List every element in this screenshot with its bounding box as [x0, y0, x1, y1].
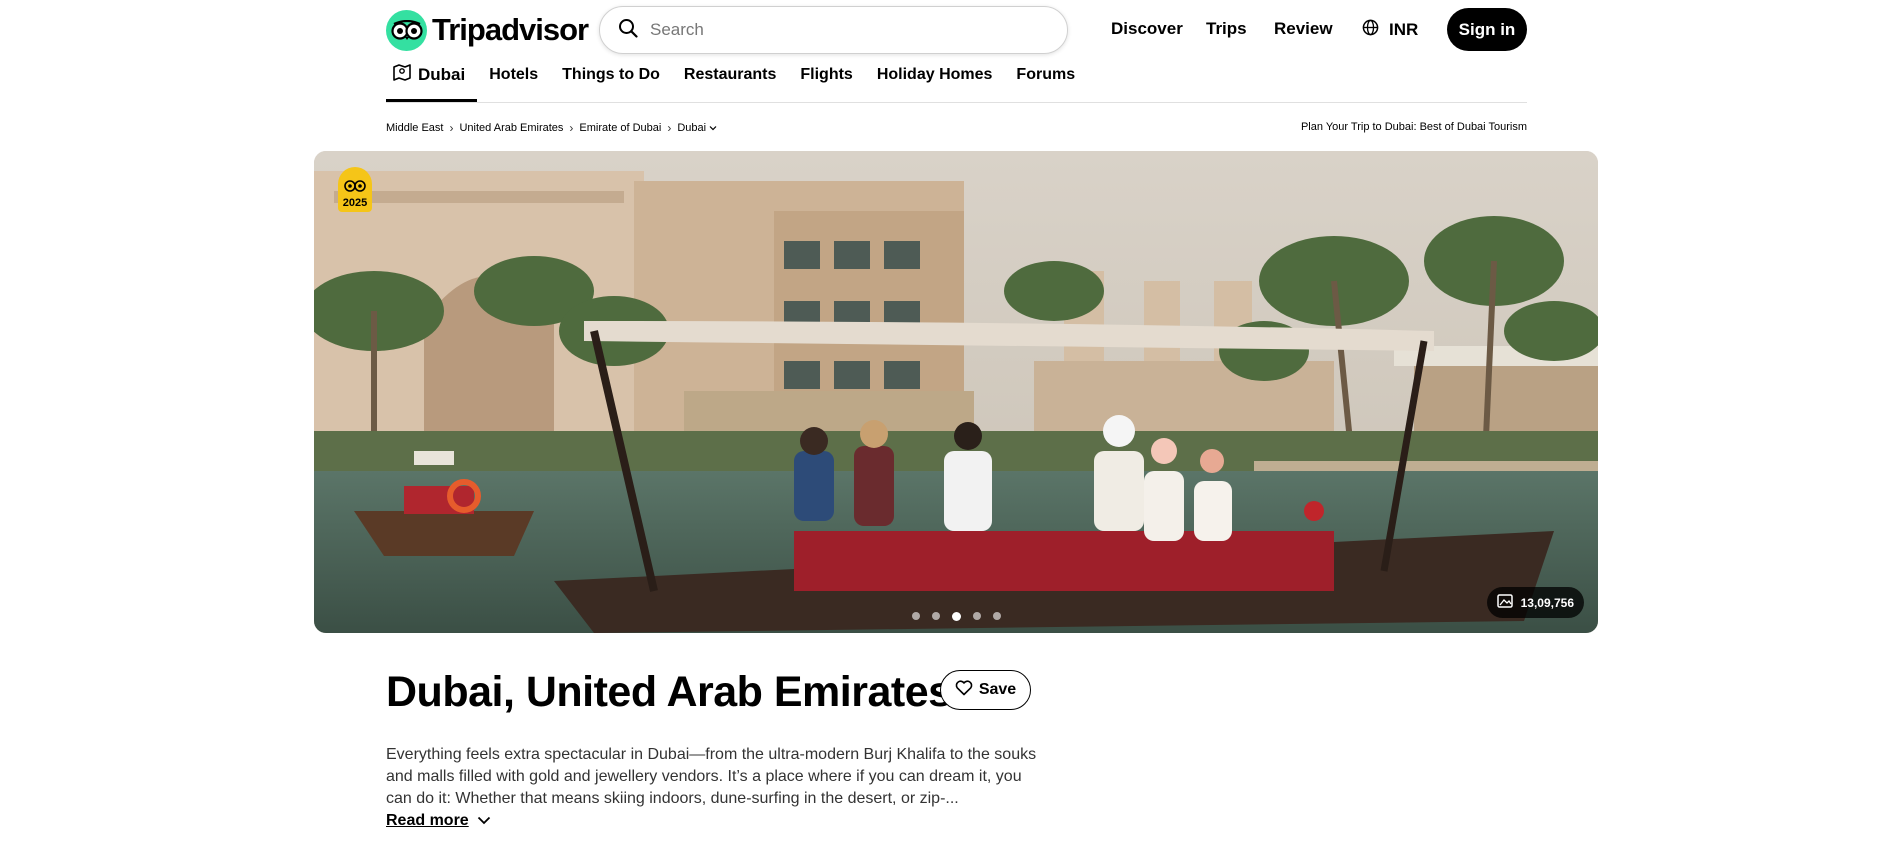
tab-forums[interactable]: Forums [1004, 59, 1087, 102]
chevron-right-icon: › [569, 121, 574, 135]
tab-dubai[interactable]: Dubai [386, 59, 478, 102]
tab-restaurants[interactable]: Restaurants [672, 59, 788, 102]
page-title: Dubai, United Arab Emirates [386, 668, 952, 716]
award-year: 2025 [342, 197, 368, 209]
owl-logo-icon [386, 9, 427, 51]
tab-dubai-label: Dubai [418, 64, 466, 84]
destination-description: Everything feels extra spectacular in Du… [386, 746, 1037, 807]
breadcrumb-uae[interactable]: United Arab Emirates [459, 122, 563, 134]
breadcrumb-middle-east[interactable]: Middle East [386, 122, 443, 134]
language-currency-selector[interactable]: INR [1362, 19, 1418, 41]
sign-in-button[interactable]: Sign in [1447, 8, 1527, 51]
nav-discover[interactable]: Discover [1111, 19, 1183, 39]
nav-trips[interactable]: Trips [1206, 19, 1247, 39]
save-label: Save [978, 681, 1017, 698]
travellers-choice-award-badge: 2025 [338, 167, 372, 212]
breadcrumb-emirate-of-dubai[interactable]: Emirate of Dubai [579, 122, 661, 134]
currency-label: INR [1389, 20, 1419, 39]
carousel-dot[interactable] [972, 612, 981, 620]
carousel-dots [314, 612, 1598, 621]
nav-review[interactable]: Review [1274, 19, 1333, 39]
award-owl-icon [343, 178, 367, 197]
plan-trip-link[interactable]: Plan Your Trip to Dubai: Best of Dubai T… [1301, 121, 1527, 133]
chevron-right-icon: › [449, 121, 454, 135]
breadcrumb: Middle East › United Arab Emirates › Emi… [386, 121, 717, 135]
chevron-down-icon [477, 812, 491, 830]
read-more-label: Read more [386, 812, 469, 829]
tab-hotels[interactable]: Hotels [477, 59, 550, 102]
search-input[interactable] [650, 20, 1030, 40]
photo-count-button[interactable]: 13,09,756 [1486, 587, 1584, 618]
photo-count-label: 13,09,756 [1520, 595, 1574, 610]
chevron-right-icon: › [667, 121, 672, 135]
tab-holiday-homes[interactable]: Holiday Homes [865, 59, 1005, 102]
save-button[interactable]: Save [940, 670, 1031, 710]
hero-photo [314, 151, 1598, 633]
carousel-dot[interactable] [992, 612, 1001, 620]
tab-things-to-do[interactable]: Things to Do [550, 59, 672, 102]
hero-gallery[interactable]: 2025 13,09,756 [314, 151, 1598, 633]
search-icon [618, 18, 638, 43]
globe-icon [1362, 19, 1379, 41]
image-icon [1496, 594, 1513, 611]
breadcrumb-dubai[interactable]: Dubai [677, 122, 706, 134]
carousel-dot[interactable] [931, 612, 940, 620]
tab-flights[interactable]: Flights [788, 59, 864, 102]
tripadvisor-logo[interactable]: Tripadvisor [386, 9, 589, 51]
destination-subnav: Dubai Hotels Things to Do Restaurants Fl… [386, 60, 1527, 103]
carousel-dot-active[interactable] [951, 612, 961, 621]
heart-icon [955, 679, 973, 701]
chevron-down-icon[interactable] [709, 122, 717, 134]
read-more-button[interactable]: Read more [386, 812, 491, 830]
map-book-icon [392, 62, 412, 87]
logo-text: Tripadvisor [432, 12, 589, 47]
carousel-dot[interactable] [911, 612, 920, 620]
search-box[interactable] [599, 6, 1068, 54]
top-header: Tripadvisor Discover Trips Review INR Si… [0, 0, 1903, 60]
